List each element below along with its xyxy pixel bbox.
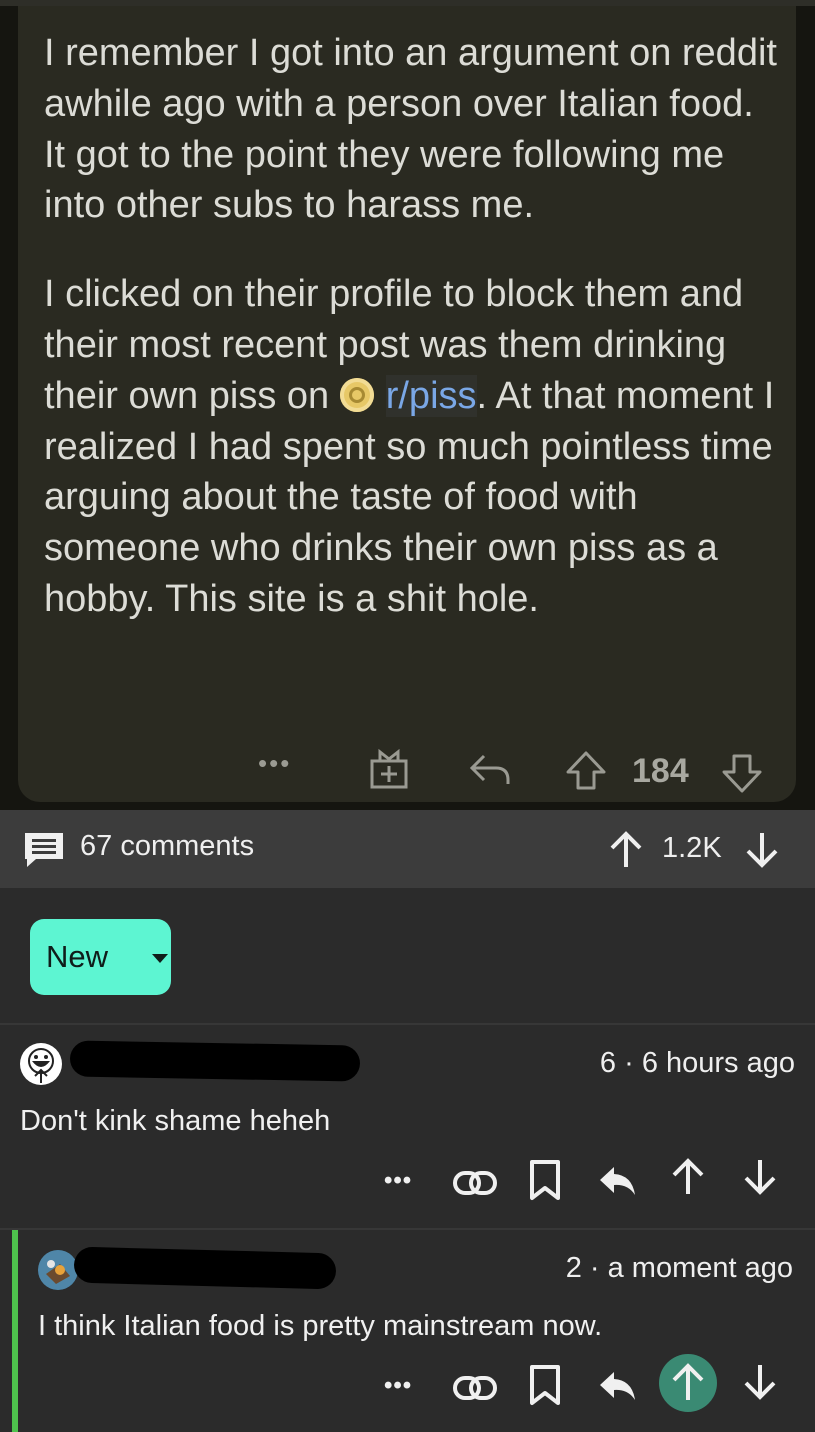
comments-icon	[22, 830, 66, 875]
post-paragraph-1: I remember I got into an argument on red…	[44, 32, 777, 227]
avatar[interactable]	[20, 1043, 62, 1085]
sort-dropdown[interactable]: New	[30, 919, 171, 995]
thread-indicator-line	[12, 1230, 18, 1432]
upvote-icon[interactable]	[668, 1157, 708, 1202]
post-card-actions: ••• 184	[18, 744, 796, 804]
sort-label: New	[46, 939, 109, 974]
downvote-outline-icon[interactable]	[720, 752, 764, 794]
comment-actions: •••	[384, 1157, 794, 1207]
post-card: I remember I got into an argument on red…	[18, 6, 796, 802]
more-options-button[interactable]: •••	[258, 748, 291, 779]
post-vote-count: 184	[632, 752, 689, 790]
upvote-icon[interactable]	[606, 830, 646, 875]
reply-icon[interactable]	[596, 1161, 638, 1206]
link-icon[interactable]	[452, 1368, 498, 1413]
comment-2: 2 · a moment ago I think Italian food is…	[0, 1230, 815, 1432]
bookmark-icon[interactable]	[528, 1364, 562, 1411]
caret-down-icon	[152, 954, 168, 963]
comments-summary-bar: 67 comments 1.2K	[0, 810, 815, 888]
subreddit-link[interactable]: r/piss	[385, 374, 477, 417]
comment-text: Don't kink shame heheh	[20, 1105, 331, 1137]
upvote-outline-icon[interactable]	[564, 750, 608, 792]
redacted-username	[69, 1040, 361, 1082]
downvote-icon[interactable]	[740, 1362, 780, 1407]
comment-actions: •••	[384, 1354, 794, 1412]
comment-text: I think Italian food is pretty mainstrea…	[38, 1310, 603, 1342]
comment-meta: 6 · 6 hours ago	[599, 1047, 795, 1079]
comment-meta: 2 · a moment ago	[565, 1252, 793, 1284]
post-body: I remember I got into an argument on red…	[44, 28, 784, 663]
more-options-button[interactable]: •••	[384, 1167, 412, 1195]
link-icon[interactable]	[452, 1163, 498, 1208]
bookmark-icon[interactable]	[528, 1159, 562, 1206]
post-paragraph-2: I clicked on their profile to block them…	[44, 269, 784, 625]
embedded-post-screenshot: I remember I got into an argument on red…	[0, 0, 815, 810]
upvote-button-active[interactable]	[659, 1354, 717, 1412]
comments-count[interactable]: 67 comments	[80, 830, 254, 863]
reply-icon[interactable]	[596, 1366, 638, 1411]
avatar[interactable]	[38, 1250, 78, 1290]
gift-icon[interactable]	[368, 748, 410, 790]
downvote-icon[interactable]	[742, 830, 782, 875]
more-options-button[interactable]: •••	[384, 1372, 412, 1400]
downvote-icon[interactable]	[740, 1157, 780, 1202]
comment-1: 6 · 6 hours ago Don't kink shame heheh •…	[0, 1025, 815, 1228]
reply-arrow-icon[interactable]	[468, 750, 512, 790]
redacted-username	[73, 1246, 337, 1290]
post-score: 1.2K	[662, 832, 722, 864]
subreddit-planet-icon	[339, 377, 374, 412]
